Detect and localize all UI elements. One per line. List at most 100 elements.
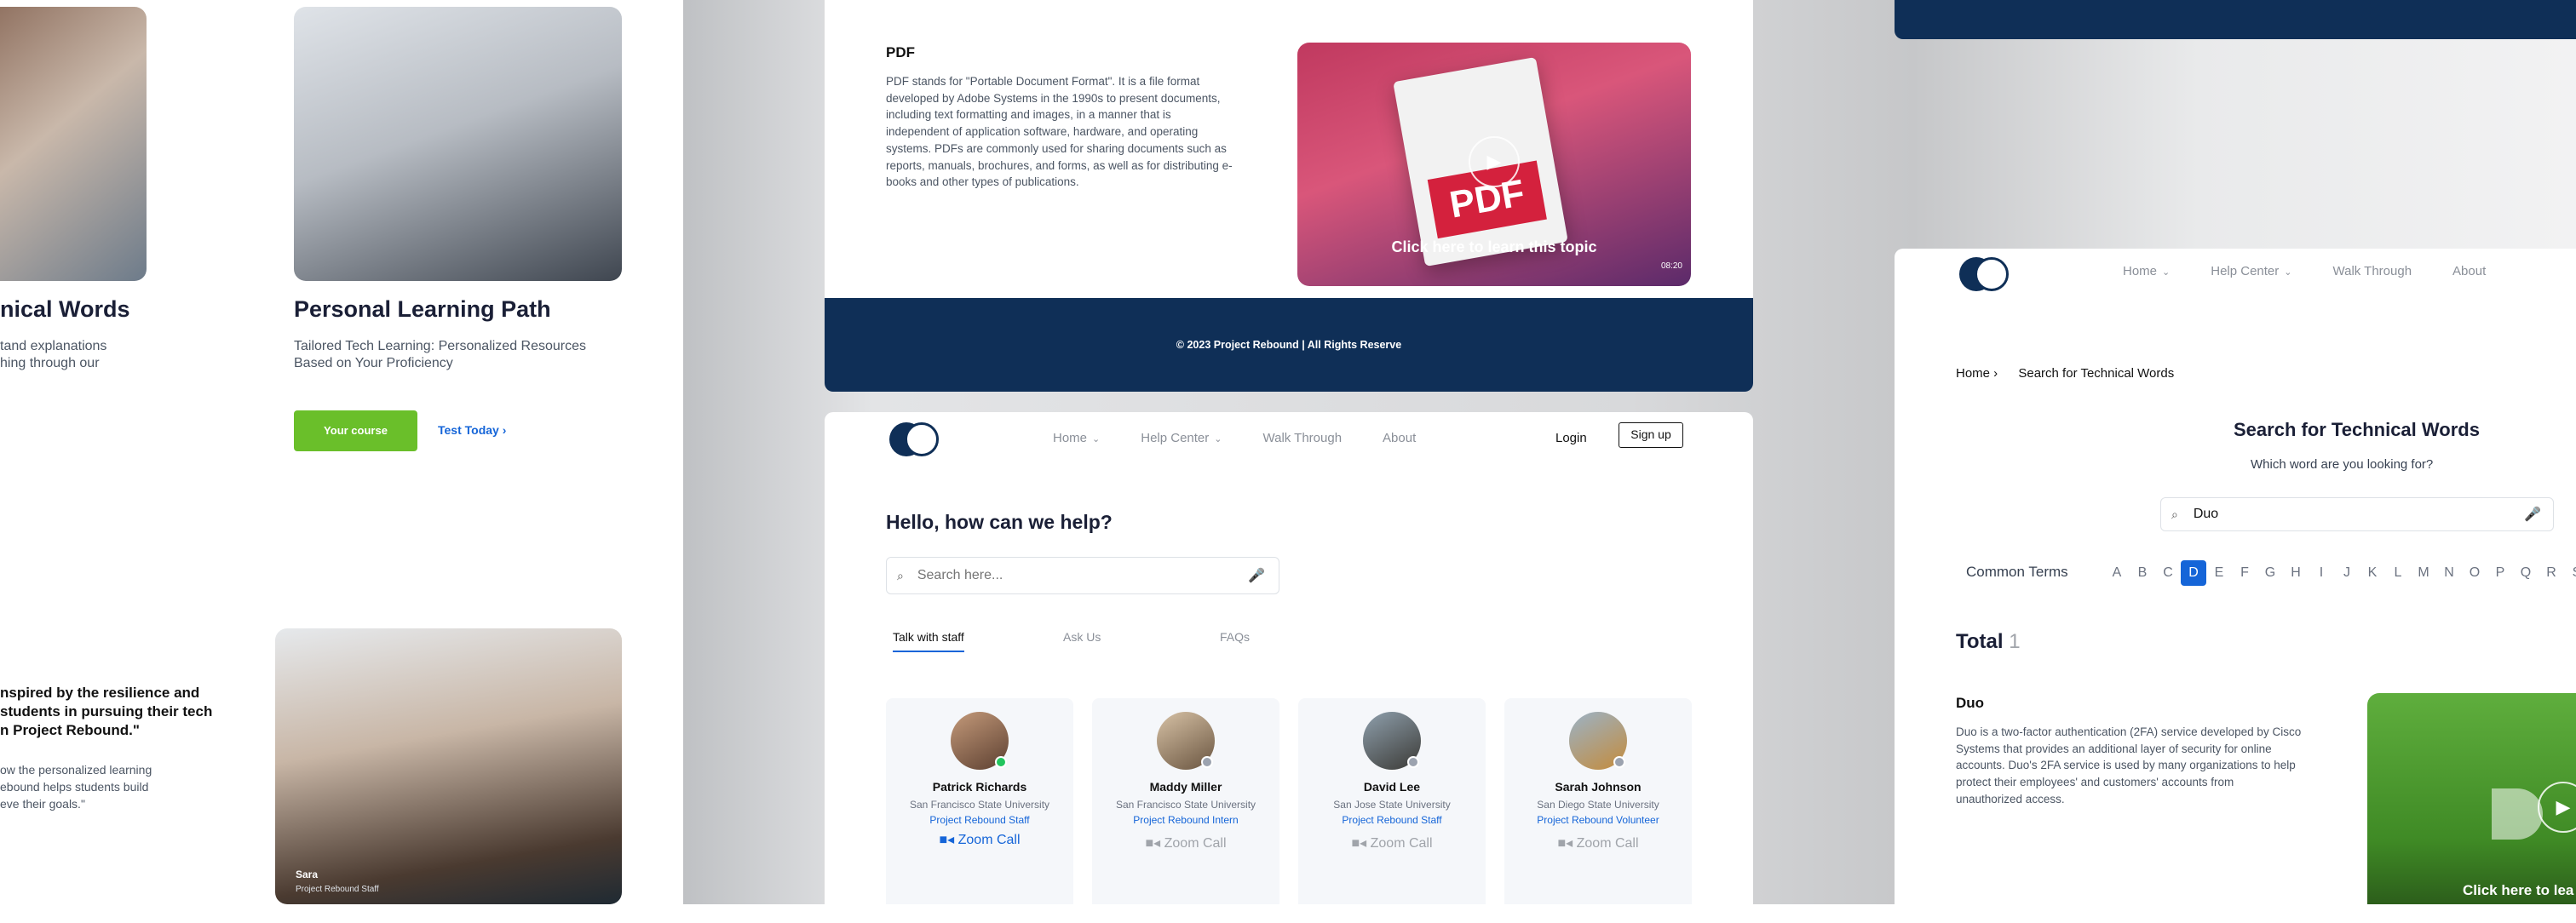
your-course-button[interactable]: Your course [294, 410, 417, 451]
panel-help: Home ⌄ Help Center ⌄ Walk Through About Lo… [825, 412, 1753, 904]
duo-video-thumbnail[interactable]: ▶ Click here to lea [2367, 693, 2576, 904]
zoom-call-button[interactable]: ■◂ Zoom Call [1504, 834, 1692, 851]
microphone-icon[interactable]: 🎤 [2524, 506, 2541, 523]
microphone-icon[interactable]: 🎤 [1248, 567, 1265, 584]
pdf-desc-line: independent of application software, har… [886, 125, 1199, 139]
staff-role: Project Rebound Intern [1133, 814, 1239, 826]
offline-status-dot [1407, 756, 1419, 768]
nav-help-label: Help Center [2211, 264, 2280, 278]
letter-filter-e[interactable]: E [2206, 560, 2232, 586]
letter-filter-d[interactable]: D [2181, 560, 2206, 586]
pdf-video-thumbnail[interactable]: PDF ▶ Click here to learn this topic 08:… [1297, 43, 1691, 286]
letter-filter-c[interactable]: C [2155, 560, 2181, 586]
avatar [1157, 712, 1215, 770]
section-desc-1: Tailored Tech Learning: Personalized Res… [294, 339, 587, 353]
quote-line-2: students in pursuing their tech [0, 703, 213, 719]
play-icon[interactable]: ▶ [1469, 136, 1520, 187]
common-terms-label: Common Terms [1966, 564, 2068, 580]
breadcrumb-home[interactable]: Home › [1956, 366, 1998, 381]
sara-photo: Sara Project Rebound Staff [275, 628, 622, 904]
video-camera-icon: ■◂ [1557, 836, 1573, 851]
panel-learning: nical Words tand explanations hing throu… [0, 0, 683, 904]
panel-tech-words: Home ⌄ Help Center ⌄ Walk Through About Ho… [1895, 249, 2576, 904]
word-search-value[interactable]: Duo [2194, 507, 2524, 522]
thumb-cta[interactable]: Click here to lea [2463, 882, 2573, 899]
play-icon[interactable]: ▶ [2538, 782, 2576, 833]
staff-card[interactable]: Patrick Richards San Francisco State Uni… [886, 698, 1073, 904]
letter-filter-g[interactable]: G [2257, 560, 2283, 586]
word-search-bar[interactable]: ⌕ Duo 🎤 [2160, 497, 2554, 531]
pdf-desc-line: books and other types of publications. [886, 175, 1079, 189]
logo[interactable] [889, 422, 939, 456]
page-title: Search for Technical Words [2234, 419, 2480, 440]
letter-filter-a[interactable]: A [2104, 560, 2130, 586]
letter-filter-q[interactable]: Q [2513, 560, 2539, 586]
nav-about[interactable]: About [1383, 431, 1416, 445]
nav-help-center[interactable]: Help Center ⌄ [2211, 264, 2291, 278]
staff-card[interactable]: Sarah Johnson San Diego State University… [1504, 698, 1692, 904]
letter-filter-b[interactable]: B [2130, 560, 2155, 586]
section-desc-left-2: hing through our [0, 356, 100, 370]
letter-filter-r[interactable]: R [2539, 560, 2564, 586]
nav-home-label: Home [2123, 264, 2158, 278]
top-nav: Home ⌄ Help Center ⌄ Walk Through About [1053, 431, 1416, 445]
letter-filter-i[interactable]: I [2309, 560, 2334, 586]
total-label: Total 1 [1956, 630, 2021, 654]
term-desc-line: protect their employees' and customers' … [1956, 776, 2234, 789]
nav-about[interactable]: About [2452, 264, 2486, 278]
login-button[interactable]: Login [1555, 431, 1587, 445]
staff-list: Patrick Richards San Francisco State Uni… [886, 698, 1692, 904]
online-status-dot [995, 756, 1007, 768]
nav-walk-through[interactable]: Walk Through [1263, 431, 1343, 445]
letter-filter-j[interactable]: J [2334, 560, 2360, 586]
term-desc-line: accounts. Duo's 2FA service is used by m… [1956, 759, 2296, 772]
letter-filter-f[interactable]: F [2232, 560, 2257, 586]
tab-label: Talk with staff [893, 630, 964, 644]
staff-school: San Francisco State University [909, 799, 1050, 811]
signup-button[interactable]: Sign up [1619, 422, 1683, 448]
letter-filter-l[interactable]: L [2385, 560, 2411, 586]
chevron-down-icon: ⌄ [1214, 434, 1222, 444]
zoom-call-button[interactable]: ■◂ Zoom Call [1092, 834, 1279, 851]
footer: © 2023 Project Rebound | All Rights Rese… [825, 298, 1753, 392]
test-today-link[interactable]: Test Today › [438, 423, 506, 437]
quote-line-3: n Project Rebound." [0, 722, 140, 738]
staff-role: Project Rebound Staff [1342, 814, 1442, 826]
help-search-bar[interactable]: ⌕ 🎤 [886, 557, 1279, 594]
tab-ask-us[interactable]: Ask Us [1063, 630, 1101, 644]
letter-filter-n[interactable]: N [2436, 560, 2462, 586]
zoom-call-button[interactable]: ■◂ Zoom Call [886, 831, 1073, 848]
avatar [1569, 712, 1627, 770]
thumb-cta[interactable]: Click here to learn this topic [1297, 238, 1691, 256]
staff-name: Sarah Johnson [1555, 780, 1642, 794]
avatar [951, 712, 1009, 770]
staff-card[interactable]: Maddy Miller San Francisco State Univers… [1092, 698, 1279, 904]
nav-home[interactable]: Home ⌄ [2123, 264, 2170, 278]
tab-faqs[interactable]: FAQs [1220, 630, 1250, 644]
help-search-input[interactable] [917, 568, 1249, 583]
sara-role: Project Rebound Staff [296, 885, 379, 894]
letter-filter-k[interactable]: K [2360, 560, 2385, 586]
logo[interactable] [1959, 257, 2009, 291]
staff-name: David Lee [1363, 780, 1421, 794]
nav-home[interactable]: Home ⌄ [1053, 431, 1100, 445]
zoom-call-label: Zoom Call [1370, 836, 1433, 851]
pdf-desc-line: PDF stands for "Portable Document Format… [886, 75, 1200, 88]
section-desc-2: Based on Your Proficiency [294, 356, 453, 370]
tab-talk-with-staff[interactable]: Talk with staff [893, 630, 964, 652]
staff-name: Maddy Miller [1149, 780, 1222, 794]
staff-card[interactable]: David Lee San Jose State University Proj… [1298, 698, 1486, 904]
letter-filter-s[interactable]: S [2564, 560, 2576, 586]
quote-sub-1: ow the personalized learning [0, 763, 152, 777]
nav-help-center[interactable]: Help Center ⌄ [1141, 431, 1222, 445]
staff-name: Patrick Richards [932, 780, 1027, 794]
term-desc-line: Duo is a two-factor authentication (2FA)… [1956, 725, 2302, 738]
letter-filter-h[interactable]: H [2283, 560, 2309, 586]
nav-walk-through[interactable]: Walk Through [2333, 264, 2412, 278]
letter-filter-p[interactable]: P [2487, 560, 2513, 586]
pdf-desc: PDF stands for "Portable Document Format… [886, 73, 1286, 191]
letter-filter-o[interactable]: O [2462, 560, 2487, 586]
letter-filter-m[interactable]: M [2411, 560, 2436, 586]
pdf-desc-line: systems. PDFs are commonly used for shar… [886, 141, 1227, 155]
zoom-call-button[interactable]: ■◂ Zoom Call [1298, 834, 1486, 851]
